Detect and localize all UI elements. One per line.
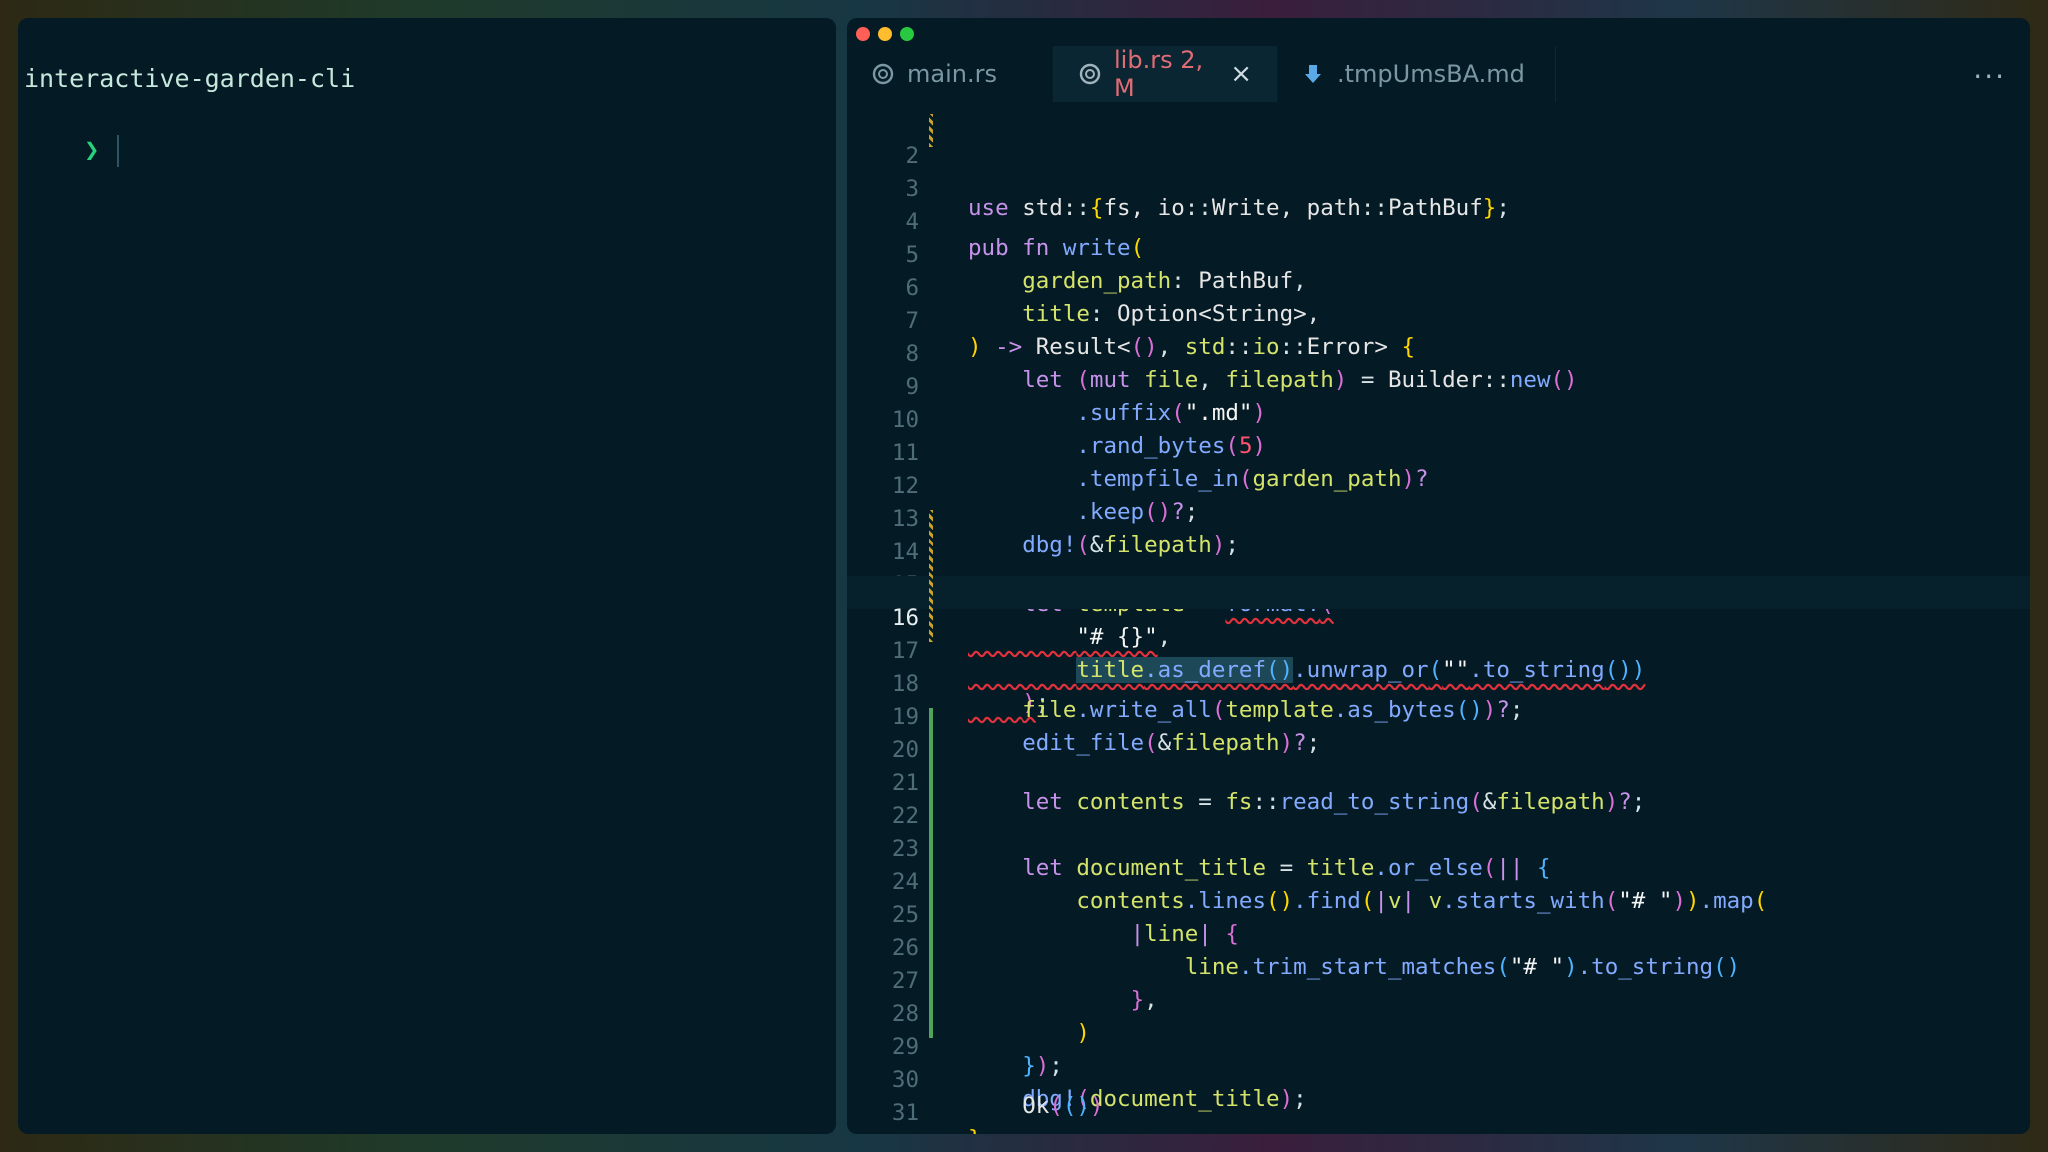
- markdown-arrow-icon: [1301, 62, 1325, 86]
- code-line: 22 let document_title = title.or_else(||…: [847, 774, 2030, 881]
- git-modified-marker: [929, 543, 933, 576]
- code-line: 17 );: [847, 609, 2030, 716]
- maximize-window-button[interactable]: [900, 27, 914, 41]
- terminal-directory-title: interactive-garden-cli: [24, 64, 356, 93]
- code-line: 4 pub fn write(: [847, 180, 2030, 261]
- close-window-button[interactable]: [856, 27, 870, 41]
- git-added-marker: [929, 906, 933, 939]
- terminal-prompt[interactable]: ❯: [24, 106, 120, 196]
- code-line: 21: [847, 741, 2030, 796]
- git-modified-marker: [929, 114, 933, 147]
- window-controls: [856, 27, 914, 41]
- code-line: 19 edit_file(&filepath)?;: [847, 675, 2030, 756]
- code-line: 7 ) -> Result<(), std::io::Error> {: [847, 279, 2030, 360]
- git-added-marker: [929, 972, 933, 1005]
- rust-icon: [1078, 62, 1102, 86]
- code-line: 12 .keep()?;: [847, 444, 2030, 525]
- code-line: 9 .suffix(".md"): [847, 345, 2030, 426]
- minimize-window-button[interactable]: [878, 27, 892, 41]
- terminal-cursor: [117, 135, 120, 167]
- code-line: 2 use std::{fs, io::Write, path::PathBuf…: [847, 114, 2030, 221]
- git-added-marker: [929, 807, 933, 840]
- tab-label: .tmpUmsBA.md: [1337, 60, 1525, 88]
- code-line: 6 title: Option<String>,: [847, 246, 2030, 327]
- code-line: 24 |line| {: [847, 840, 2030, 947]
- git-modified-marker: [929, 510, 933, 543]
- code-line: 14 let template = format!(: [847, 510, 2030, 617]
- git-added-marker: [929, 741, 933, 774]
- code-line: 31 }: [847, 1071, 2030, 1134]
- editor-pane[interactable]: main.rs lib.rs 2, M × .tmpUmsBA.md ··· 2…: [847, 18, 2030, 1134]
- prompt-arrow-icon: ❯: [84, 135, 100, 164]
- code-line: 27 ): [847, 939, 2030, 1046]
- git-added-marker: [929, 939, 933, 972]
- code-line: 32: [847, 1104, 2030, 1134]
- git-added-marker: [929, 774, 933, 807]
- git-added-marker: [929, 708, 933, 741]
- code-line: 25 line.trim_start_matches("# ").to_stri…: [847, 873, 2030, 980]
- git-added-marker: [929, 873, 933, 906]
- code-line: 8 let (mut file, filepath) = Builder::ne…: [847, 312, 2030, 393]
- code-line: 28 });: [847, 972, 2030, 1079]
- code-line: 26 },: [847, 906, 2030, 1013]
- git-modified-marker: [929, 576, 933, 609]
- code-line: 29 dbg!(document_title);: [847, 1005, 2030, 1112]
- code-line: 11 .tempfile_in(garden_path)?: [847, 411, 2030, 492]
- code-line: 5 garden_path: PathBuf,: [847, 213, 2030, 294]
- code-line: 23 contents.lines().find(|v| v.starts_wi…: [847, 807, 2030, 914]
- tab-tmp-md[interactable]: .tmpUmsBA.md: [1277, 46, 1556, 102]
- tab-label: main.rs: [907, 60, 997, 88]
- tab-main-rs[interactable]: main.rs: [847, 46, 1054, 102]
- code-line: 20 let contents = fs::read_to_string(&fi…: [847, 708, 2030, 815]
- code-line-current: 16 title.as_deref().unwrap_or("".to_stri…: [847, 576, 2030, 683]
- code-line: 15 "# {}",: [847, 543, 2030, 650]
- git-modified-marker: [929, 609, 933, 642]
- code-line: 30 Ok(()): [847, 1038, 2030, 1119]
- terminal-pane[interactable]: interactive-garden-cli ❯: [18, 18, 836, 1134]
- code-line: 3: [847, 147, 2030, 202]
- editor-tab-bar: main.rs lib.rs 2, M × .tmpUmsBA.md: [847, 46, 2030, 102]
- tab-label: lib.rs 2, M: [1114, 46, 1204, 102]
- code-line: 13 dbg!(&filepath);: [847, 477, 2030, 558]
- git-added-marker: [929, 1005, 933, 1038]
- more-actions-icon[interactable]: ···: [1973, 60, 2006, 93]
- close-icon[interactable]: ×: [1230, 59, 1252, 89]
- code-line: 10 .rand_bytes(5): [847, 378, 2030, 459]
- git-added-marker: [929, 840, 933, 873]
- line-number: 32: [847, 1130, 919, 1134]
- tab-lib-rs[interactable]: lib.rs 2, M ×: [1054, 46, 1277, 102]
- code-line: 18 file.write_all(template.as_bytes())?;: [847, 642, 2030, 723]
- rust-icon: [871, 62, 895, 86]
